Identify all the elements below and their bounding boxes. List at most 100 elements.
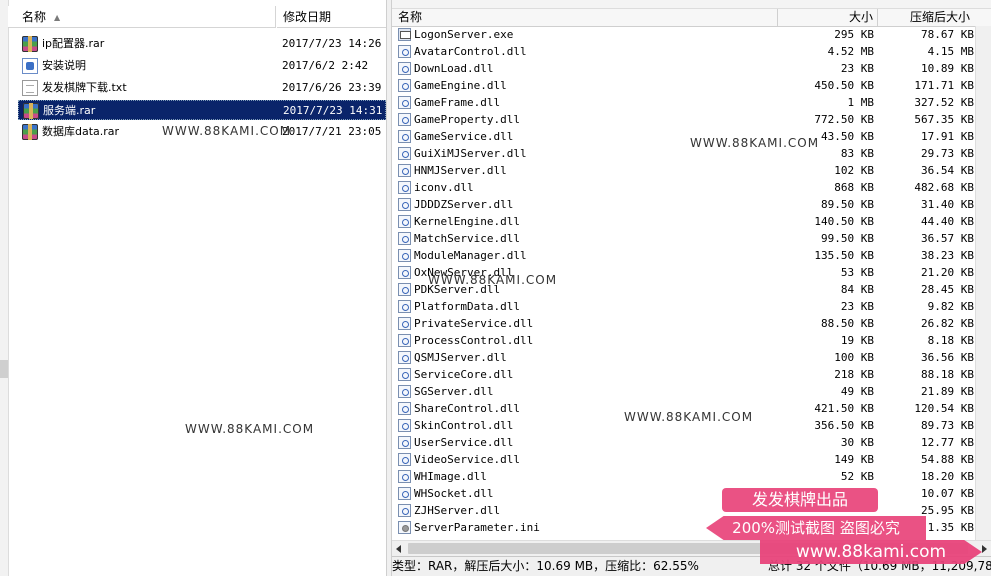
column-header-name[interactable]: 名称 ▲ <box>8 6 276 28</box>
archive-file-row[interactable]: ServiceCore.dll 218 KB 88.18 KB <box>392 366 991 383</box>
file-row[interactable]: ip配置器.rar 2017/7/23 14:26 <box>18 34 386 54</box>
nav-strip-mark <box>0 360 8 378</box>
archive-file-name: QSMJServer.dll <box>414 351 507 364</box>
archive-file-row[interactable]: PlatformData.dll 23 KB 9.82 KB <box>392 298 991 315</box>
archive-file-row[interactable]: UserService.dll 30 KB 12.77 KB <box>392 434 991 451</box>
watermark-text: WWW.88KAMI.COM <box>162 124 292 138</box>
archive-file-compressed-size: 38.23 KB <box>921 249 974 262</box>
archive-file-compressed-size: 78.67 KB <box>921 28 974 41</box>
archive-file-size: 30 KB <box>840 436 874 449</box>
archive-file-row[interactable]: QSMJServer.dll 100 KB 36.56 KB <box>392 349 991 366</box>
archive-file-row[interactable]: GameProperty.dll 772.50 KB 567.35 KB <box>392 111 991 128</box>
archive-column-headers: 名称 大小 压缩后大小 <box>392 9 991 27</box>
archive-file-name: UserService.dll <box>414 436 514 449</box>
file-row[interactable]: 服务端.rar 2017/7/23 14:31 <box>18 100 386 120</box>
archive-file-compressed-size: 29.73 KB <box>921 147 974 160</box>
archive-file-name: ZJHServer.dll <box>414 504 501 517</box>
archive-file-size: 89.50 KB <box>821 198 874 211</box>
file-modified-date: 2017/7/23 14:31 <box>283 104 383 117</box>
archive-file-row[interactable]: LogonServer.exe 295 KB 78.67 KB <box>392 26 991 43</box>
column-header-name[interactable]: 名称 <box>396 9 778 26</box>
archive-file-name: SGServer.dll <box>414 385 494 398</box>
archive-file-name: HNMJServer.dll <box>414 164 507 177</box>
watermark-badge-url: www.88kami.com <box>760 540 982 564</box>
archive-file-row[interactable]: WHSocket.dll 10.07 KB <box>392 485 991 502</box>
dll-file-icon <box>398 147 411 160</box>
scroll-left-arrow-icon[interactable] <box>396 545 401 553</box>
status-archive-info: 类型：RAR，解压后大小：10.69 MB，压缩比：62.55% <box>392 559 699 573</box>
column-header-date-label: 修改日期 <box>283 10 332 24</box>
dll-file-icon <box>398 96 411 109</box>
file-modified-date: 2017/7/21 23:05 <box>282 125 382 138</box>
column-header-modified-date[interactable]: 修改日期 <box>277 6 386 28</box>
archive-file-row[interactable]: GameFrame.dll 1 MB 327.52 KB <box>392 94 991 111</box>
dll-file-icon <box>398 232 411 245</box>
archive-file-compressed-size: 89.73 KB <box>921 419 974 432</box>
archive-file-row[interactable]: KernelEngine.dll 140.50 KB 44.40 KB <box>392 213 991 230</box>
archive-file-name: LogonServer.exe <box>414 28 514 41</box>
archive-file-size: 149 KB <box>834 453 874 466</box>
file-name: 安装说明 <box>42 59 86 72</box>
file-row[interactable]: 安装说明 2017/6/2 2:42 <box>18 56 386 76</box>
archive-file-name: WHSocket.dll <box>414 487 494 500</box>
archive-file-row[interactable]: DownLoad.dll 23 KB 10.89 KB <box>392 60 991 77</box>
watermark-badge-brand: 发发棋牌出品 <box>722 488 878 512</box>
dll-file-icon <box>398 198 411 211</box>
archive-file-size: 52 KB <box>840 470 874 483</box>
archive-file-size: 1 MB <box>847 96 875 109</box>
archive-file-size: 450.50 KB <box>814 79 874 92</box>
scroll-right-arrow-icon[interactable] <box>982 545 987 553</box>
archive-file-name: PlatformData.dll <box>414 300 520 313</box>
archive-file-name: JDDDZServer.dll <box>414 198 514 211</box>
rar-archive-icon <box>22 124 38 140</box>
dll-file-icon <box>398 487 411 500</box>
archive-file-row[interactable]: WHImage.dll 52 KB 18.20 KB <box>392 468 991 485</box>
archive-file-size: 218 KB <box>834 368 874 381</box>
archive-file-size: 295 KB <box>834 28 874 41</box>
archive-file-compressed-size: 36.54 KB <box>921 164 974 177</box>
archive-file-compressed-size: 327.52 KB <box>914 96 974 109</box>
file-modified-date: 2017/6/26 23:39 <box>282 81 382 94</box>
archive-file-row[interactable]: VideoService.dll 149 KB 54.88 KB <box>392 451 991 468</box>
archive-file-name: GuiXiMJServer.dll <box>414 147 527 160</box>
column-header-size[interactable]: 大小 <box>778 9 878 26</box>
archive-file-size: 23 KB <box>840 300 874 313</box>
archive-file-row[interactable]: ModuleManager.dll 135.50 KB 38.23 KB <box>392 247 991 264</box>
dll-file-icon <box>398 385 411 398</box>
archive-file-row[interactable]: PrivateService.dll 88.50 KB 26.82 KB <box>392 315 991 332</box>
archive-file-row[interactable]: AvatarControl.dll 4.52 MB 4.15 MB <box>392 43 991 60</box>
archive-file-row[interactable]: HNMJServer.dll 102 KB 36.54 KB <box>392 162 991 179</box>
archive-file-row[interactable]: JDDDZServer.dll 89.50 KB 31.40 KB <box>392 196 991 213</box>
archive-file-name: ServiceCore.dll <box>414 368 514 381</box>
archive-file-compressed-size: 567.35 KB <box>914 113 974 126</box>
archive-file-row[interactable]: MatchService.dll 99.50 KB 36.57 KB <box>392 230 991 247</box>
dll-file-icon <box>398 45 411 58</box>
archive-file-compressed-size: 26.82 KB <box>921 317 974 330</box>
dll-file-icon <box>398 334 411 347</box>
archive-file-compressed-size: 4.15 MB <box>927 45 974 58</box>
dll-file-icon <box>398 470 411 483</box>
file-name: ip配置器.rar <box>42 37 105 50</box>
archive-file-compressed-size: 21.89 KB <box>921 385 974 398</box>
archive-file-name: PrivateService.dll <box>414 317 534 330</box>
archive-file-size: 23 KB <box>840 62 874 75</box>
archive-file-compressed-size: 21.20 KB <box>921 266 974 279</box>
archive-file-compressed-size: 10.89 KB <box>921 62 974 75</box>
dll-file-icon <box>398 113 411 126</box>
file-row[interactable]: 发发棋牌下载.txt 2017/6/26 23:39 <box>18 78 386 98</box>
archive-file-size: 356.50 KB <box>814 419 874 432</box>
column-header-compressed-size[interactable]: 压缩后大小 <box>878 9 974 26</box>
vertical-scrollbar[interactable] <box>975 26 991 540</box>
archive-file-name: ServerParameter.ini <box>414 521 540 534</box>
archive-file-row[interactable]: GameEngine.dll 450.50 KB 171.71 KB <box>392 77 991 94</box>
archive-file-name: ShareControl.dll <box>414 402 520 415</box>
archive-file-row[interactable]: iconv.dll 868 KB 482.68 KB <box>392 179 991 196</box>
archive-file-row[interactable]: SGServer.dll 49 KB 21.89 KB <box>392 383 991 400</box>
archive-file-row[interactable]: ProcessControl.dll 19 KB 8.18 KB <box>392 332 991 349</box>
archive-file-compressed-size: 36.56 KB <box>921 351 974 364</box>
left-file-pane: 名称 ▲ 修改日期 ip配置器.rar 2017/7/23 14:26 安装说明 201… <box>0 0 386 576</box>
dll-file-icon <box>398 79 411 92</box>
archive-file-name: SkinControl.dll <box>414 419 514 432</box>
archive-file-name: WHImage.dll <box>414 470 487 483</box>
archive-file-compressed-size: 120.54 KB <box>914 402 974 415</box>
